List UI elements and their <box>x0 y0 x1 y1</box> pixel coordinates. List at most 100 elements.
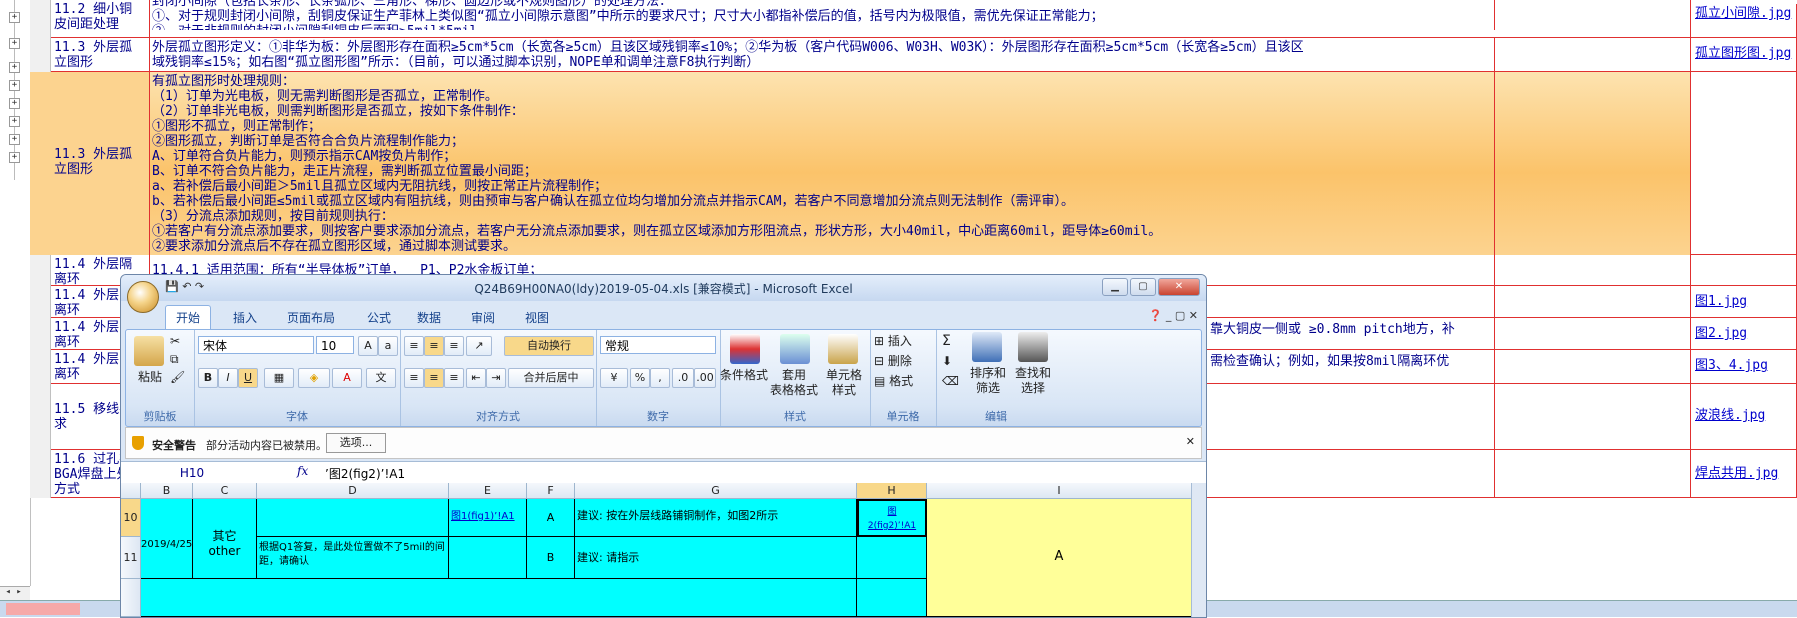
underline-button[interactable]: U <box>238 368 258 388</box>
table-row[interactable]: 11.3 外层孤立图形 有孤立图形时处理规则： （1）订单为光电板，则无需判断图… <box>30 72 1797 255</box>
tab-review[interactable]: 审阅 <box>471 309 495 326</box>
clear-icon[interactable]: ⌫ <box>942 374 959 389</box>
cell-styles-icon[interactable] <box>828 334 858 364</box>
cell[interactable] <box>449 537 527 579</box>
expand-icon[interactable]: + <box>9 152 20 163</box>
currency-button[interactable]: ¥ <box>600 368 628 388</box>
save-icon[interactable]: 💾 <box>165 280 179 293</box>
increase-decimal-button[interactable]: .0 <box>672 368 694 388</box>
cell[interactable] <box>257 499 449 537</box>
tab-page-layout[interactable]: 页面布局 <box>287 309 335 326</box>
sheet-tab[interactable] <box>6 603 80 615</box>
options-button[interactable]: 选项... <box>326 433 386 453</box>
align-top-button[interactable]: ≡ <box>404 336 424 356</box>
conditional-format-button[interactable]: 条件格式 <box>720 368 768 383</box>
find-select-icon[interactable] <box>1018 332 1048 362</box>
table-format-button[interactable]: 套用 表格格式 <box>768 368 820 398</box>
tab-home[interactable]: 开始 <box>165 305 212 331</box>
column-header[interactable]: H <box>857 483 927 499</box>
quick-access-toolbar[interactable]: 💾 ↶ ↷ <box>165 280 204 293</box>
cell-styles-button[interactable]: 单元格 样式 <box>820 368 868 398</box>
format-painter-icon[interactable]: 🖌 <box>170 370 185 385</box>
font-size-box[interactable]: 10 <box>316 336 354 354</box>
tab-view[interactable]: 视图 <box>525 309 549 326</box>
column-header[interactable]: G <box>575 483 857 499</box>
redo-icon[interactable]: ↷ <box>195 280 204 293</box>
help-icon[interactable]: ❓ <box>1149 309 1163 322</box>
image-link[interactable]: 孤立图形图.jpg <box>1691 38 1797 72</box>
expand-icon[interactable]: + <box>9 98 20 109</box>
image-link[interactable] <box>1691 255 1797 286</box>
image-link[interactable]: 图3、4.jpg <box>1691 350 1797 384</box>
orientation-button[interactable]: ↗ <box>466 336 492 356</box>
row-header[interactable]: 11 <box>121 537 141 579</box>
image-link[interactable]: 波浪线.jpg <box>1691 384 1797 450</box>
comma-button[interactable]: , <box>650 368 670 388</box>
column-header[interactable]: E <box>449 483 527 499</box>
column-header[interactable]: I <box>927 483 1192 499</box>
cell-category[interactable]: 其它 other <box>193 499 257 579</box>
image-link[interactable]: 图1.jpg <box>1691 286 1797 318</box>
sort-filter-icon[interactable] <box>972 332 1002 362</box>
font-color-button[interactable]: A <box>332 368 362 388</box>
excel-window[interactable]: Q24B69H00NA0(ldy)2019-05-04.xls [兼容模式] -… <box>120 274 1207 618</box>
delete-button[interactable]: ⊟ 删除 <box>874 354 934 369</box>
cut-icon[interactable]: ✂ <box>170 334 180 349</box>
cell[interactable] <box>857 579 927 617</box>
expand-icon[interactable]: + <box>9 62 20 73</box>
merge-center-button[interactable]: 合并后居中 <box>508 368 594 388</box>
cell-result[interactable]: A <box>927 499 1192 617</box>
percent-button[interactable]: % <box>630 368 650 388</box>
copy-icon[interactable]: ⧉ <box>170 352 179 367</box>
font-name-box[interactable]: 宋体 <box>198 336 314 354</box>
tab-data[interactable]: 数据 <box>417 309 441 326</box>
fill-color-button[interactable]: ◈ <box>298 368 330 388</box>
borders-button[interactable]: ▦ <box>264 368 294 388</box>
fill-icon[interactable]: ⬇ <box>942 354 952 369</box>
image-link[interactable]: 孤立小间隙.jpg <box>1691 4 1797 42</box>
undo-icon[interactable]: ↶ <box>182 280 191 293</box>
expand-icon[interactable]: + <box>9 38 20 49</box>
cell-suggestion[interactable]: 建议: 按在外层线路铺铜制作，如图2所示 <box>575 499 857 537</box>
cell-link[interactable]: 图1(fig1)’!A1 <box>449 499 527 537</box>
horizontal-scrollbar[interactable]: ◂ ▸ <box>0 586 30 601</box>
formula-input[interactable]: ’图2(fig2)’!A1 <box>325 465 1185 482</box>
image-link[interactable]: 焊点共用.jpg <box>1691 450 1797 498</box>
increase-indent-button[interactable]: ⇥ <box>486 368 506 388</box>
cell[interactable] <box>857 537 927 579</box>
wrap-text-button[interactable]: 自动换行 <box>504 336 594 356</box>
column-header[interactable]: F <box>527 483 575 499</box>
align-bottom-button[interactable]: ≡ <box>444 336 464 356</box>
insert-button[interactable]: ⊞ 插入 <box>874 334 934 349</box>
find-select-button[interactable]: 查找和 选择 <box>1010 366 1056 396</box>
minimize-button[interactable]: ▁ <box>1102 278 1128 296</box>
phonetic-button[interactable]: 文 <box>366 368 396 388</box>
paste-button[interactable]: 粘贴 <box>132 370 168 385</box>
tab-insert[interactable]: 插入 <box>233 309 257 326</box>
decrease-decimal-button[interactable]: .00 <box>694 368 716 388</box>
shrink-font-button[interactable]: a <box>378 336 398 356</box>
maximize-button[interactable]: ▢ <box>1130 278 1156 296</box>
close-button[interactable]: ✕ <box>1158 278 1200 296</box>
table-format-icon[interactable] <box>780 334 810 364</box>
expand-icon[interactable]: + <box>9 116 20 127</box>
bold-button[interactable]: B <box>198 368 218 388</box>
row-header[interactable]: 10 <box>121 499 141 537</box>
grow-font-button[interactable]: A <box>358 336 378 356</box>
ribbon-window-controls[interactable]: ❓ _ ▢ ✕ <box>1149 309 1198 322</box>
align-left-button[interactable]: ≡ <box>404 368 424 388</box>
column-header[interactable]: C <box>193 483 257 499</box>
column-header[interactable]: D <box>257 483 449 499</box>
decrease-indent-button[interactable]: ⇤ <box>466 368 486 388</box>
name-box[interactable]: H10 <box>129 464 255 482</box>
table-row[interactable]: 11.3 外层孤立图形 外层孤立图形定义：①非华为板：外层图形存在面积≥5cm*… <box>30 38 1797 72</box>
cell-answer[interactable]: A <box>527 499 575 537</box>
image-link[interactable]: 图2.jpg <box>1691 318 1797 350</box>
cell-question[interactable]: 根据Q1答复，是此处位置做不了5mil的间距，请确认 <box>257 537 449 579</box>
autosum-button[interactable]: Σ <box>942 334 951 349</box>
format-button[interactable]: ▤ 格式 <box>874 374 934 389</box>
number-format-box[interactable]: 常规 <box>600 336 716 354</box>
cell[interactable] <box>141 579 857 617</box>
expand-icon[interactable]: + <box>9 80 20 91</box>
fx-icon[interactable]: fx <box>297 464 308 478</box>
